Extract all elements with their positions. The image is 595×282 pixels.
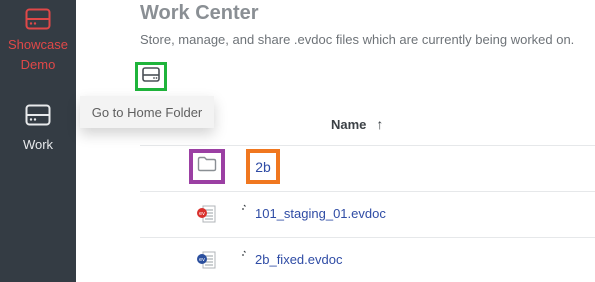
- row-divider: [140, 145, 595, 146]
- main-content: Work Center Store, manage, and share .ev…: [76, 0, 595, 282]
- row-divider: [140, 237, 595, 238]
- home-folder-button[interactable]: [135, 62, 167, 91]
- sidebar-item-label: Demo: [20, 57, 56, 72]
- file-name-link[interactable]: 2b_fixed.evdoc: [255, 252, 342, 267]
- folder-icon: [197, 156, 217, 177]
- tooltip: Go to Home Folder: [80, 96, 214, 128]
- folder-name-link[interactable]: 2b: [246, 149, 280, 184]
- svg-text:ev: ev: [199, 257, 205, 263]
- evdoc-blue-icon: ev: [196, 250, 218, 275]
- svg-text:ev: ev: [199, 211, 205, 217]
- loading-spinner-icon: [241, 201, 251, 219]
- loading-spinner-icon: [241, 247, 251, 265]
- page-title: Work Center: [140, 2, 259, 24]
- sidebar-item-label: Work: [22, 137, 54, 152]
- column-label: Name: [331, 116, 367, 132]
- page-subtitle: Store, manage, and share .evdoc files wh…: [140, 32, 575, 47]
- drive-icon: [25, 104, 51, 131]
- drive-icon: [142, 66, 160, 87]
- drive-icon: [25, 8, 51, 35]
- folder-icon-button[interactable]: [189, 149, 225, 184]
- row-divider: [140, 191, 595, 192]
- sidebar: Showcase Demo Work: [0, 0, 76, 282]
- name-column-header[interactable]: Name ↑: [331, 116, 383, 132]
- sidebar-item-label: Showcase: [8, 37, 68, 52]
- evdoc-red-icon: ev: [196, 204, 218, 229]
- sidebar-item-work[interactable]: Work: [0, 104, 76, 155]
- file-name-link[interactable]: 101_staging_01.evdoc: [255, 206, 386, 221]
- sidebar-item-showcase-demo[interactable]: Showcase Demo: [0, 8, 76, 75]
- sort-ascending-icon: ↑: [376, 116, 384, 132]
